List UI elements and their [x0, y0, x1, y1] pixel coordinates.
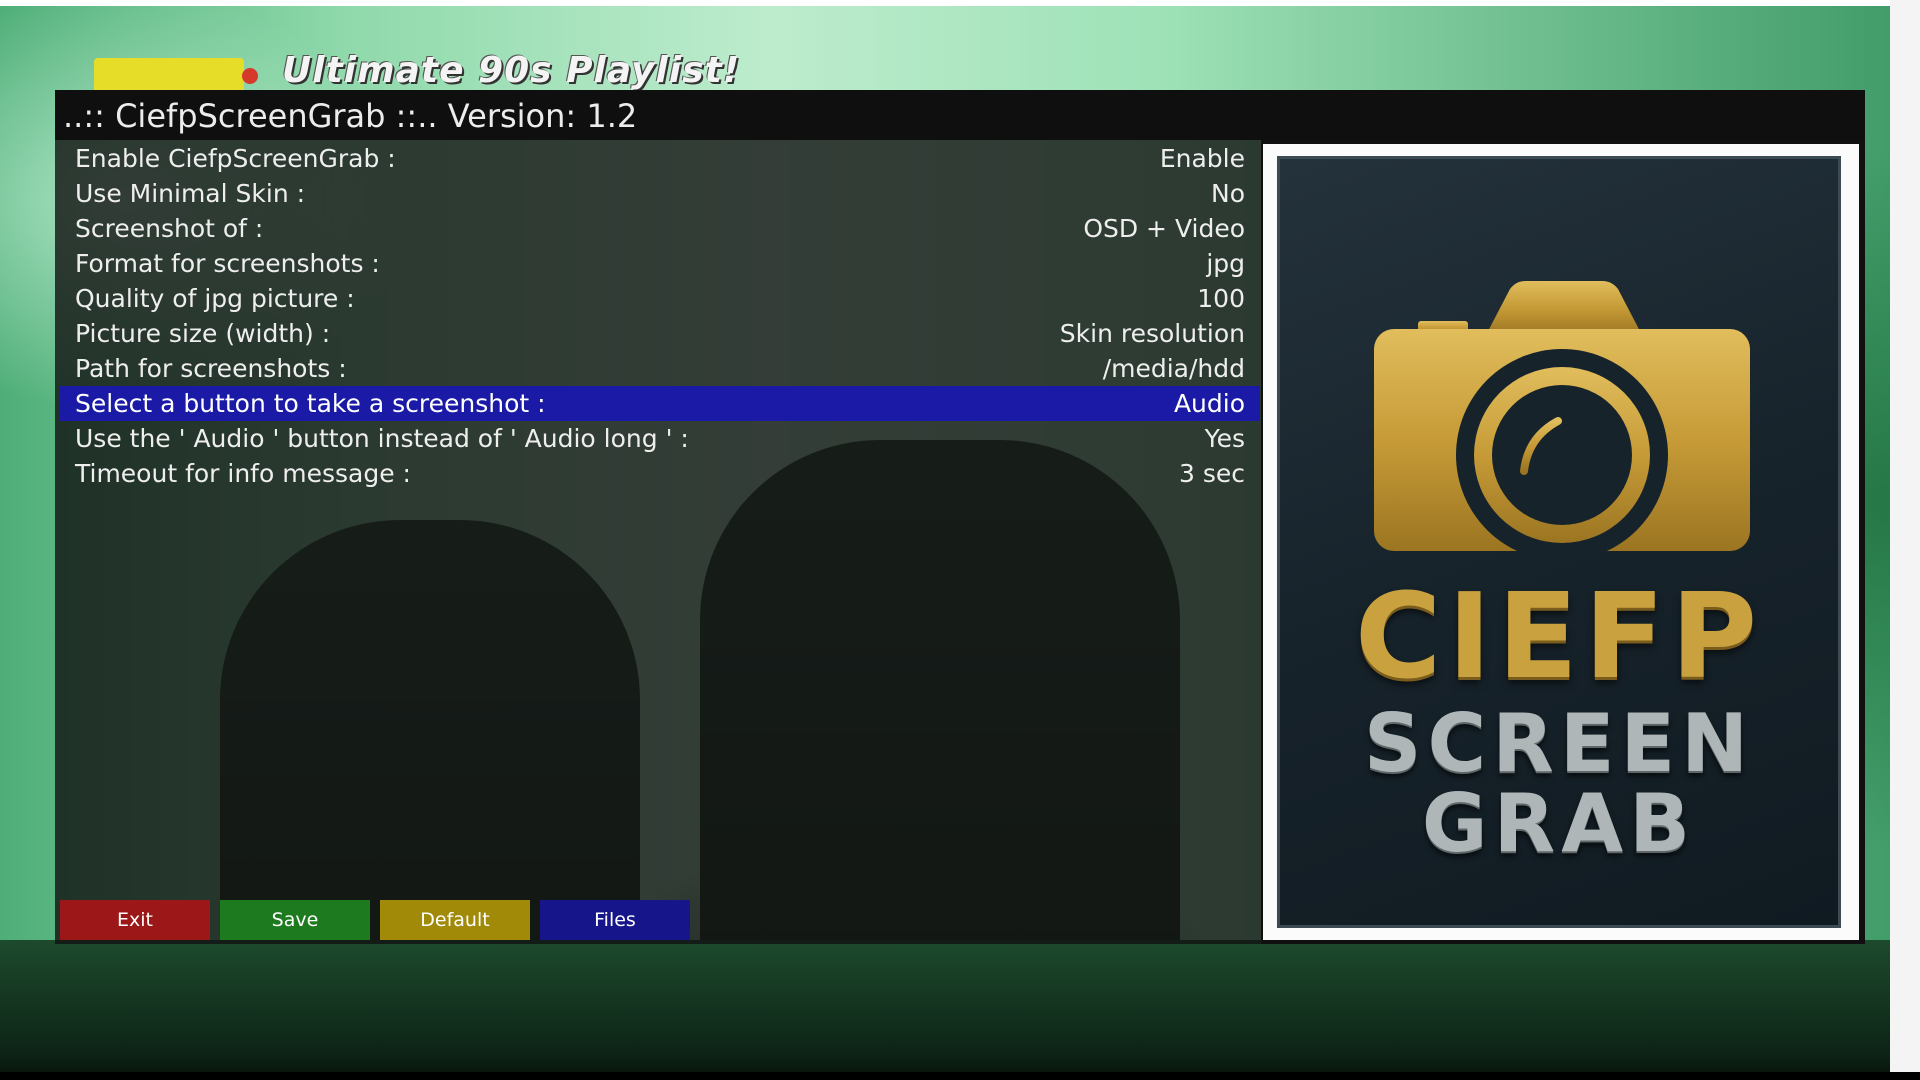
files-button[interactable]: Files	[540, 900, 690, 940]
setting-label: Path for screenshots :	[75, 354, 347, 383]
setting-row[interactable]: Use Minimal Skin : No	[60, 176, 1260, 211]
setting-label: Select a button to take a screenshot :	[75, 389, 546, 418]
setting-value[interactable]: jpg	[1206, 246, 1245, 281]
setting-row[interactable]: Enable CiefpScreenGrab : Enable	[60, 141, 1260, 176]
setting-value[interactable]: 100	[1197, 281, 1245, 316]
setting-value[interactable]: Enable	[1160, 141, 1245, 176]
setting-label: Screenshot of :	[75, 214, 264, 243]
default-button[interactable]: Default	[380, 900, 530, 940]
logo-title-screen: SCREEN	[1363, 697, 1755, 790]
setting-row[interactable]: Screenshot of : OSD + Video	[60, 211, 1260, 246]
title-bar: ..:: CiefpScreenGrab ::.. Version: 1.2	[55, 90, 1865, 140]
setting-value[interactable]: OSD + Video	[1083, 211, 1245, 246]
window-title: ..:: CiefpScreenGrab ::.. Version: 1.2	[63, 97, 638, 135]
setting-value[interactable]: Yes	[1205, 421, 1245, 456]
exit-button[interactable]: Exit	[60, 900, 210, 940]
plugin-window: ..:: CiefpScreenGrab ::.. Version: 1.2 E…	[55, 90, 1865, 944]
setting-label: Format for screenshots :	[75, 249, 380, 278]
setting-row[interactable]: Select a button to take a screenshot : Au…	[60, 386, 1260, 421]
setting-value[interactable]: Skin resolution	[1060, 316, 1245, 351]
setting-row[interactable]: Timeout for info message : 3 sec	[60, 456, 1260, 491]
setting-row[interactable]: Path for screenshots : /media/hdd	[60, 351, 1260, 386]
setting-label: Enable CiefpScreenGrab :	[75, 144, 396, 173]
setting-label: Quality of jpg picture :	[75, 284, 355, 313]
setting-label: Use Minimal Skin :	[75, 179, 306, 208]
plugin-logo: CIEFP SCREEN GRAB	[1277, 156, 1841, 928]
setting-row[interactable]: Format for screenshots : jpg	[60, 246, 1260, 281]
logo-title-grab: GRAB	[1421, 777, 1697, 870]
preview-panel: CIEFP SCREEN GRAB	[1261, 140, 1865, 944]
setting-label: Timeout for info message :	[75, 459, 411, 488]
setting-row[interactable]: Quality of jpg picture : 100	[60, 281, 1260, 316]
setting-label: Picture size (width) :	[75, 319, 331, 348]
setting-value[interactable]: No	[1211, 176, 1245, 211]
setting-row[interactable]: Use the ' Audio ' button instead of ' Au…	[60, 421, 1260, 456]
setting-value[interactable]: 3 sec	[1179, 456, 1245, 491]
setting-row[interactable]: Picture size (width) : Skin resolution	[60, 316, 1260, 351]
video-caption: Ultimate 90s Playlist!	[282, 50, 741, 91]
save-button[interactable]: Save	[220, 900, 370, 940]
setting-label: Use the ' Audio ' button instead of ' Au…	[75, 424, 689, 453]
channel-logo	[94, 58, 258, 90]
setting-value[interactable]: /media/hdd	[1103, 351, 1245, 386]
setting-value[interactable]: Audio	[1174, 386, 1245, 421]
settings-list: Enable CiefpScreenGrab : Enable Use Minima…	[60, 141, 1260, 491]
logo-card: CIEFP SCREEN GRAB	[1263, 144, 1859, 940]
logo-title-ciefp: CIEFP	[1354, 567, 1764, 705]
video-floor	[0, 940, 1920, 1080]
